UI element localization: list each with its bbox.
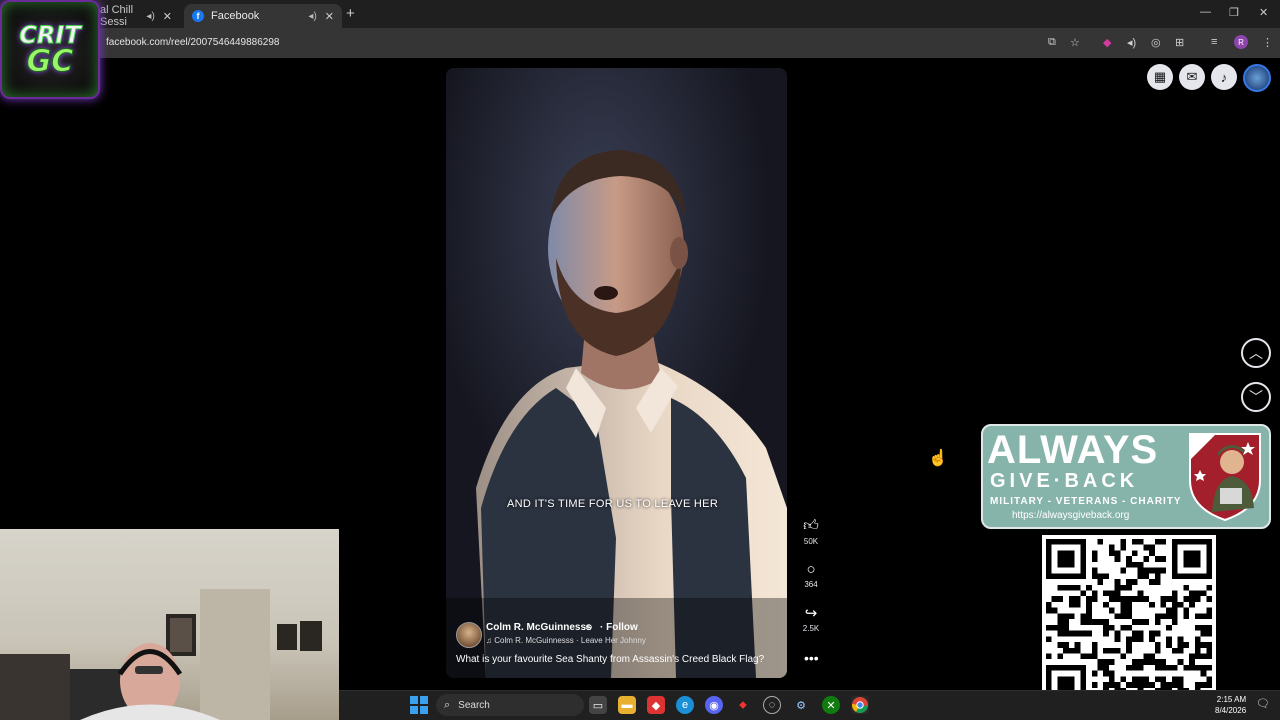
notifications-bell-icon[interactable]: ♪ <box>1211 64 1237 90</box>
url-field[interactable]: facebook.com/reel/2007546449886298 <box>106 37 279 48</box>
new-tab-button[interactable]: + <box>346 5 355 22</box>
previous-reel-button[interactable]: ︿ <box>1241 338 1271 368</box>
clock-time: 2:15 AM <box>1216 695 1247 704</box>
reel-description: What is your favourite Sea Shanty from A… <box>456 654 765 665</box>
soldier-shield-icon <box>1186 430 1264 522</box>
follow-button[interactable]: · Follow <box>600 622 638 633</box>
close-window-icon[interactable]: ✕ <box>1259 6 1268 19</box>
tab-close-icon[interactable]: ✕ <box>163 10 172 23</box>
hand-cursor-icon: ☝ <box>928 450 948 467</box>
location-pin-icon[interactable]: ⬥ <box>734 696 752 714</box>
logo-line-2: GC <box>26 43 74 79</box>
extension-icon[interactable]: ◎ <box>1151 36 1161 49</box>
crit-gc-logo: CRIT GC <box>0 0 100 99</box>
task-view-icon[interactable]: ▭ <box>589 696 607 714</box>
next-reel-button[interactable]: ﹀ <box>1241 382 1271 412</box>
share-button[interactable]: ↪ 2.5K <box>798 604 824 633</box>
bookmark-star-icon[interactable]: ☆ <box>1070 36 1080 49</box>
author-name-link[interactable]: Colm R. McGuinnesss <box>486 622 592 633</box>
discord-icon[interactable]: ◉ <box>705 696 723 714</box>
more-options-icon[interactable]: ••• <box>804 650 819 666</box>
clock-date: 8/4/2026 <box>1215 706 1247 715</box>
tab-label: al Chill Sessi <box>100 4 134 28</box>
edge-browser-icon[interactable]: e <box>676 696 694 714</box>
tab-chill-session[interactable]: al Chill Sessi ◂) ✕ <box>92 4 180 28</box>
media-control-icon[interactable]: ≡ <box>1211 36 1217 48</box>
banner-url: https://alwaysgiveback.org <box>1012 510 1130 521</box>
comment-count: 364 <box>804 580 818 589</box>
webcam-overlay <box>0 529 339 720</box>
search-placeholder: Search <box>458 699 490 711</box>
account-avatar[interactable] <box>1243 64 1271 92</box>
logo-line-1: CRIT <box>19 20 81 49</box>
install-app-icon[interactable]: ⧉ <box>1048 36 1056 49</box>
chevron-down-icon: ﹀ <box>1249 389 1263 405</box>
song-link[interactable]: ♫ Colm R. McGuinnesss · Leave Her Johnny <box>486 636 646 645</box>
maximize-icon[interactable]: ❐ <box>1229 6 1239 19</box>
comment-bubble-icon: ○ <box>806 561 816 578</box>
profile-avatar[interactable]: R <box>1234 35 1248 49</box>
tab-audio-icon[interactable]: ◂) <box>146 11 154 22</box>
banner-title-line-1: ALWAYS <box>987 428 1159 472</box>
verified-badge-icon: ⊛ <box>585 622 593 632</box>
taskbar-search-box[interactable]: ⌕ Search <box>436 694 584 716</box>
file-explorer-icon[interactable]: ▬ <box>618 696 636 714</box>
chrome-icon[interactable] <box>851 696 869 714</box>
comment-button[interactable]: ○ 364 <box>798 561 824 589</box>
extensions-puzzle-icon[interactable]: ⊞ <box>1175 36 1184 49</box>
banner-title-line-2: GIVE·BACK <box>990 470 1139 492</box>
steam-icon[interactable]: ⚙ <box>792 696 810 714</box>
like-count: 50K <box>803 537 819 546</box>
messenger-icon[interactable]: ✉ <box>1179 64 1205 90</box>
search-icon: ⌕ <box>444 698 451 711</box>
menu-grid-icon[interactable]: ▦ <box>1147 64 1173 90</box>
qr-code <box>1042 535 1216 709</box>
facebook-favicon-icon: f <box>192 10 204 22</box>
share-arrow-icon: ↪ <box>804 605 818 622</box>
tab-close-icon[interactable]: ✕ <box>325 10 334 23</box>
video-caption: AND IT'S TIME FOR US TO LEAVE HER <box>507 498 719 510</box>
obs-icon[interactable]: ◌ <box>763 696 781 714</box>
banner-tagline: MILITARY - VETERANS - CHARITY <box>990 496 1182 507</box>
author-avatar[interactable] <box>456 622 482 648</box>
taskbar-clock[interactable]: 2:15 AM 8/4/2026 <box>1215 694 1246 716</box>
minimize-icon[interactable]: — <box>1200 6 1211 18</box>
windows-start-icon[interactable] <box>410 696 428 714</box>
chrome-menu-icon[interactable]: ⋮ <box>1262 36 1273 49</box>
tab-label: Facebook <box>211 10 260 22</box>
tab-audio-icon[interactable]: ◂) <box>308 11 316 22</box>
video-frame-illustration <box>446 68 787 678</box>
share-count: 2.5K <box>802 624 820 633</box>
like-button[interactable]: 👍︎ 50K <box>798 517 824 546</box>
chevron-up-icon: ︿ <box>1249 345 1263 361</box>
extension-icon[interactable]: ◆ <box>1103 36 1111 49</box>
webcam-scene-illustration <box>0 589 322 720</box>
app-icon[interactable]: ◆ <box>647 696 665 714</box>
tab-facebook[interactable]: f Facebook ◂) ✕ <box>184 4 342 28</box>
notification-icon[interactable]: 🗨︎ <box>1256 697 1270 710</box>
xbox-icon[interactable]: ✕ <box>822 696 840 714</box>
song-label: Colm R. McGuinnesss · Leave Her Johnny <box>494 636 646 645</box>
mute-icon[interactable]: ◂) <box>1127 36 1136 49</box>
reel-video[interactable] <box>446 68 787 678</box>
thumbs-up-icon: 👍︎ <box>803 517 819 534</box>
